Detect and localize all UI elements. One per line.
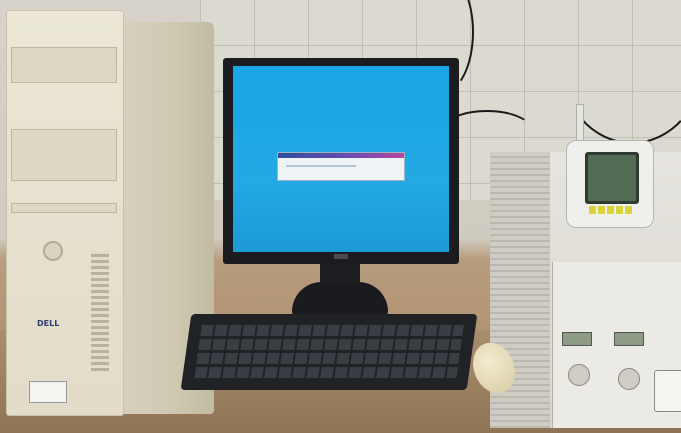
lcd-display (562, 332, 592, 346)
power-socket (654, 370, 681, 412)
progress-bar (278, 153, 404, 158)
meter-screen (585, 152, 639, 204)
desktop-tower: DELL (6, 10, 214, 416)
dialog-text-line (286, 165, 356, 167)
drive-bay (11, 47, 117, 83)
control-knob (568, 364, 590, 386)
photo-scene: DELL (0, 0, 681, 433)
brand-logo: DELL (37, 319, 60, 328)
tower-front-panel: DELL (6, 10, 124, 416)
front-vent (91, 251, 109, 371)
meter-antenna (576, 104, 584, 144)
barcode-sticker (29, 381, 67, 403)
drive-bay (11, 129, 117, 181)
control-knob (618, 368, 640, 390)
monitor-logo (334, 254, 348, 259)
monitor-base (292, 282, 388, 316)
lcd-display (614, 332, 644, 346)
power-button (43, 241, 63, 261)
keyboard (180, 314, 478, 390)
keyboard-keys (194, 322, 465, 378)
floppy-slot (11, 203, 117, 213)
dialog-window (277, 152, 405, 181)
meter-buttons (589, 206, 633, 214)
